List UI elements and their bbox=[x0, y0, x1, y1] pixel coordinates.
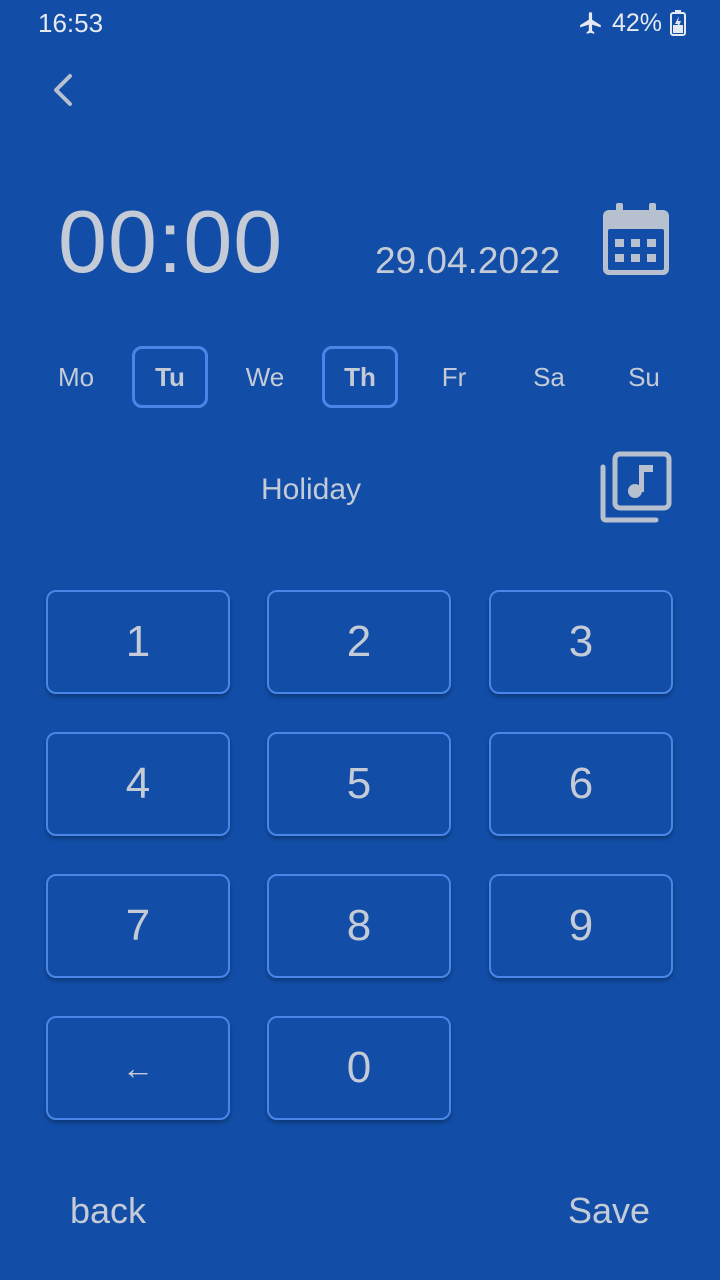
save-button[interactable]: Save bbox=[568, 1190, 650, 1232]
weekday-th[interactable]: Th bbox=[322, 346, 398, 408]
battery-charging-icon bbox=[670, 10, 686, 36]
music-library-icon bbox=[600, 451, 672, 528]
alarm-date[interactable]: 29.04.2022 bbox=[375, 238, 560, 284]
key-6[interactable]: 6 bbox=[489, 732, 673, 836]
weekday-fr[interactable]: Fr bbox=[416, 346, 492, 408]
key-4[interactable]: 4 bbox=[46, 732, 230, 836]
alarm-time[interactable]: 00:00 bbox=[58, 192, 283, 292]
back-button[interactable]: back bbox=[70, 1190, 146, 1232]
weekday-sa[interactable]: Sa bbox=[511, 346, 587, 408]
battery-level: 42% bbox=[611, 8, 662, 37]
key-1[interactable]: 1 bbox=[46, 590, 230, 694]
key-8[interactable]: 8 bbox=[267, 874, 451, 978]
airplane-mode-icon bbox=[578, 10, 604, 36]
weekday-tu[interactable]: Tu bbox=[132, 346, 208, 408]
alarm-edit-screen: 16:53 42% 00:00 29.04.2022 Mo Tu We Th F… bbox=[0, 0, 720, 1280]
backspace-key[interactable]: ← bbox=[46, 1016, 230, 1120]
calendar-button[interactable] bbox=[598, 200, 674, 282]
backspace-arrow-icon: ← bbox=[122, 1049, 154, 1086]
music-library-button[interactable] bbox=[596, 450, 676, 528]
weekday-selector: Mo Tu We Th Fr Sa Su bbox=[0, 346, 720, 412]
weekday-we[interactable]: We bbox=[227, 346, 303, 408]
key-3[interactable]: 3 bbox=[489, 590, 673, 694]
chevron-left-icon bbox=[50, 72, 74, 113]
status-icons: 42% bbox=[578, 8, 686, 38]
weekday-mo[interactable]: Mo bbox=[38, 346, 114, 408]
status-bar: 16:53 42% bbox=[0, 0, 720, 46]
calendar-icon bbox=[603, 202, 669, 280]
status-time: 16:53 bbox=[38, 8, 104, 38]
key-9[interactable]: 9 bbox=[489, 874, 673, 978]
weekday-su[interactable]: Su bbox=[606, 346, 682, 408]
key-0[interactable]: 0 bbox=[267, 1016, 451, 1120]
key-7[interactable]: 7 bbox=[46, 874, 230, 978]
holiday-label[interactable]: Holiday bbox=[200, 470, 422, 510]
key-5[interactable]: 5 bbox=[267, 732, 451, 836]
key-2[interactable]: 2 bbox=[267, 590, 451, 694]
back-chevron-button[interactable] bbox=[42, 70, 82, 114]
